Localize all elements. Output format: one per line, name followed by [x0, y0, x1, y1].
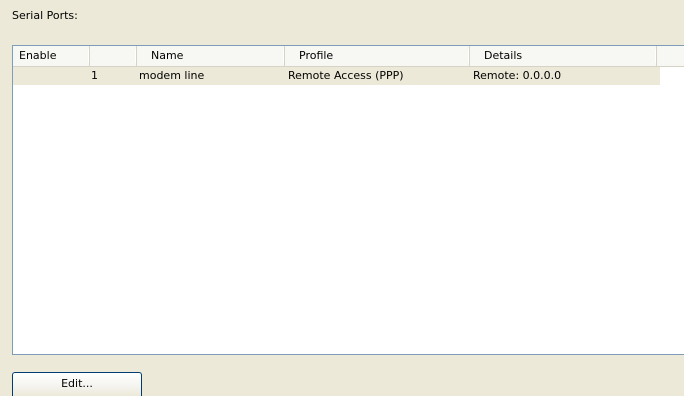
column-header-blank[interactable] — [90, 46, 137, 66]
edit-button[interactable]: Edit... — [12, 372, 142, 396]
serial-ports-list[interactable]: Enable Name Profile Details 1 modem line… — [12, 45, 684, 355]
column-header-name[interactable]: Name — [137, 46, 285, 66]
row-details-cell: Remote: 0.0.0.0 — [473, 69, 562, 82]
table-row[interactable]: 1 modem line Remote Access (PPP) Remote:… — [13, 67, 660, 85]
row-name-cell: modem line — [139, 69, 205, 82]
column-header-details[interactable]: Details — [470, 46, 657, 66]
row-enable-cell: 1 — [91, 69, 98, 82]
list-header: Enable Name Profile Details — [13, 46, 684, 67]
column-header-profile[interactable]: Profile — [285, 46, 470, 66]
column-header-enable[interactable]: Enable — [13, 46, 90, 66]
row-profile-cell: Remote Access (PPP) — [288, 69, 404, 82]
serial-ports-label: Serial Ports: — [12, 9, 78, 22]
